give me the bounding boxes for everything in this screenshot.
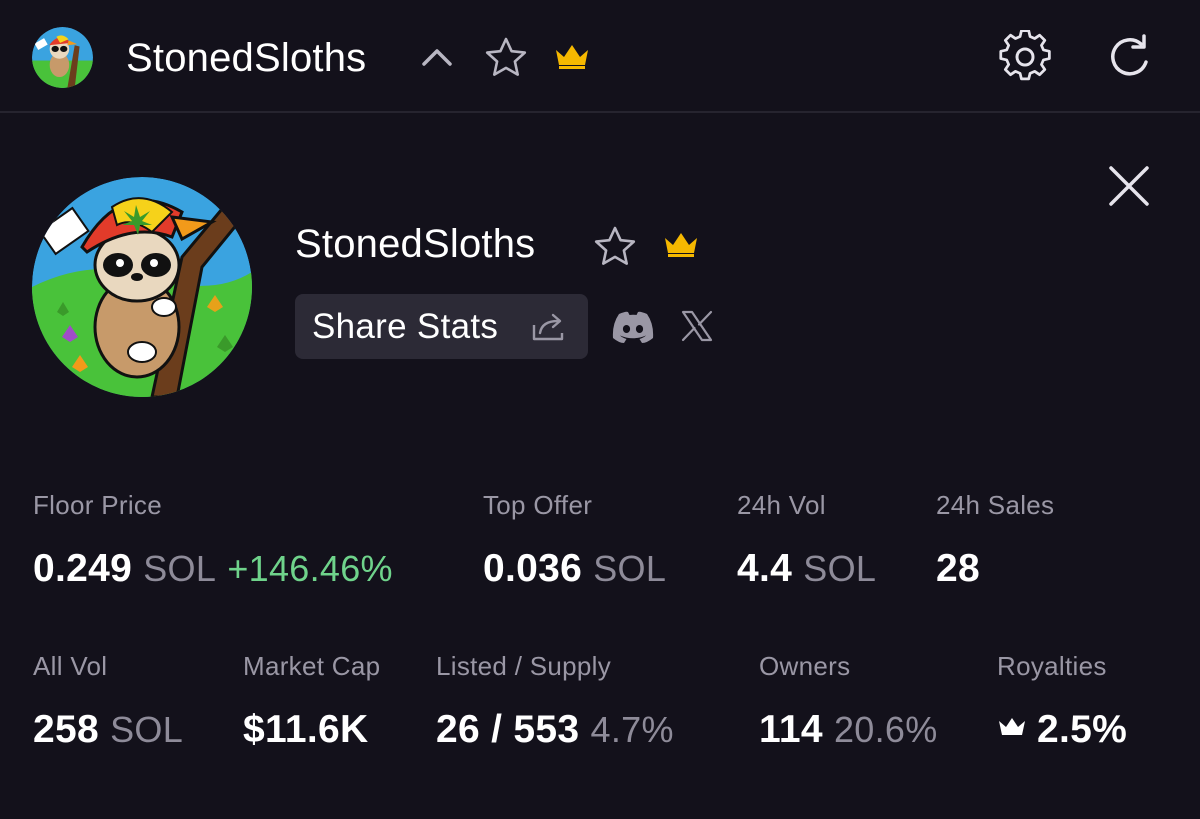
x-icon[interactable]: [680, 309, 714, 343]
gear-icon[interactable]: [998, 30, 1052, 84]
crown-icon: [665, 233, 697, 257]
vol-24h-unit: SOL: [803, 548, 877, 589]
owners-number: 114: [759, 708, 823, 751]
close-icon[interactable]: [1105, 162, 1153, 210]
all-vol-number: 258: [33, 708, 99, 751]
top-offer-value: 0.036 SOL: [483, 547, 666, 591]
royalties-value: 2.5%: [997, 708, 1127, 752]
header-title[interactable]: StonedSloths: [126, 36, 366, 81]
favorite-star-icon[interactable]: [593, 225, 637, 267]
market-cap-label: Market Cap: [243, 651, 381, 681]
listed-supply-pct: 4.7%: [590, 709, 674, 750]
vol-24h-number: 4.4: [737, 547, 793, 590]
chevron-up-icon[interactable]: [420, 44, 454, 70]
royalty-crown-icon: [999, 718, 1025, 735]
collection-stats-panel: StonedSloths StonedSloths Share Stats Fl…: [0, 0, 1200, 819]
all-vol-label: All Vol: [33, 651, 108, 681]
top-offer-label: Top Offer: [483, 490, 593, 520]
sales-24h-value: 28: [936, 547, 980, 590]
collection-name: StonedSloths: [295, 222, 536, 266]
listed-supply-label: Listed / Supply: [436, 651, 612, 681]
listed-supply-number: 26 / 553: [436, 708, 580, 751]
all-vol-value: 258 SOL: [33, 708, 183, 752]
owners-label: Owners: [759, 651, 851, 681]
top-bar: StonedSloths: [0, 0, 1200, 113]
all-vol-unit: SOL: [110, 709, 184, 750]
collection-avatar: [32, 177, 252, 397]
floor-price-change: +146.46%: [227, 548, 393, 589]
top-offer-number: 0.036: [483, 547, 583, 590]
discord-icon[interactable]: [610, 310, 656, 344]
floor-price-label: Floor Price: [33, 490, 162, 520]
share-icon: [532, 313, 564, 341]
owners-value: 114 20.6%: [759, 708, 938, 752]
listed-supply-value: 26 / 553 4.7%: [436, 708, 674, 752]
market-cap-value: $11.6K: [243, 708, 369, 751]
owners-pct: 20.6%: [833, 709, 938, 750]
star-icon[interactable]: [484, 36, 528, 78]
crown-icon: [556, 45, 588, 69]
floor-price-number: 0.249: [33, 547, 133, 590]
sales-24h-label: 24h Sales: [936, 490, 1055, 520]
vol-24h-label: 24h Vol: [737, 490, 826, 520]
top-offer-unit: SOL: [593, 548, 667, 589]
vol-24h-value: 4.4 SOL: [737, 547, 876, 591]
collection-avatar-small[interactable]: [32, 27, 93, 88]
share-stats-label: Share Stats: [312, 306, 499, 346]
share-stats-button[interactable]: Share Stats: [295, 294, 588, 359]
floor-price-value: 0.249 SOL +146.46%: [33, 547, 393, 591]
royalties-label: Royalties: [997, 651, 1107, 681]
refresh-icon[interactable]: [1104, 32, 1156, 82]
floor-price-unit: SOL: [143, 548, 217, 589]
royalties-number: 2.5%: [1037, 708, 1128, 751]
